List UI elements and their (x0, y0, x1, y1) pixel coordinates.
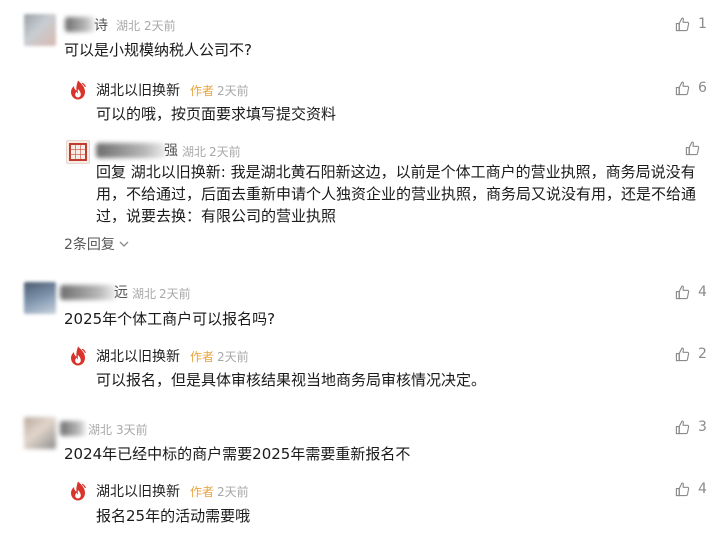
thumbs-up-icon (675, 285, 690, 300)
thumbs-up-icon (675, 482, 690, 497)
user-name-blurred[interactable] (65, 17, 95, 32)
user-name-suffix[interactable]: 远 (114, 282, 128, 302)
like-button[interactable]: 6 (675, 80, 707, 96)
thumbs-up-icon (675, 347, 690, 362)
thumbs-up-icon (675, 17, 690, 32)
like-button[interactable]: 2 (675, 346, 707, 362)
comment-time: 2天前 (144, 19, 176, 33)
user-name-suffix[interactable]: 诗 (94, 15, 108, 35)
reply-text: 报名25年的活动需要哦 (96, 507, 251, 525)
avatar[interactable] (66, 140, 90, 164)
comment-location: 湖北 (116, 19, 141, 33)
thumbs-up-icon (675, 420, 690, 435)
hubei-trade-in-logo-icon (66, 479, 90, 503)
like-count: 2 (698, 346, 707, 362)
author-tag: 作者 (190, 485, 215, 499)
avatar[interactable] (24, 417, 56, 449)
expand-replies-button[interactable]: 2条回复 (64, 234, 129, 254)
like-count: 1 (698, 16, 707, 32)
author-name[interactable]: 湖北以旧换新 (96, 80, 180, 100)
seal-image (69, 143, 87, 161)
chevron-down-icon (119, 241, 129, 247)
comment-text: 2024年已经中标的商户需要2025年需要重新报名不 (64, 445, 411, 463)
comment-text: 2025年个体工商户可以报名吗? (64, 310, 276, 328)
avatar[interactable] (66, 344, 90, 368)
like-button[interactable]: 4 (675, 481, 707, 497)
thumbs-up-icon (685, 141, 700, 156)
user-name-suffix[interactable]: 强 (164, 140, 178, 160)
like-count: 4 (698, 481, 707, 497)
author-tag: 作者 (190, 84, 215, 98)
reply-time: 2天前 (217, 350, 249, 364)
reply-time: 2天前 (217, 84, 249, 98)
user-name-blurred[interactable] (60, 285, 116, 300)
hubei-trade-in-logo-icon (66, 344, 90, 368)
reply-time: 2天前 (217, 485, 249, 499)
like-button[interactable] (685, 141, 700, 156)
comment-time: 3天前 (116, 423, 148, 437)
hubei-trade-in-logo-icon (66, 78, 90, 102)
thumbs-up-icon (675, 81, 690, 96)
author-tag: 作者 (190, 350, 215, 364)
comment-location: 湖北 (88, 423, 113, 437)
like-count: 4 (698, 284, 707, 300)
like-button[interactable]: 1 (675, 16, 707, 32)
user-name-blurred[interactable] (96, 143, 166, 158)
like-button[interactable]: 4 (675, 284, 707, 300)
like-count: 3 (698, 419, 707, 435)
expand-replies-label: 2条回复 (64, 237, 115, 253)
reply-text: 可以报名，但是具体审核结果视当地商务局审核情况决定。 (96, 371, 487, 389)
avatar[interactable] (24, 282, 56, 314)
reply-time: 2天前 (209, 145, 241, 159)
comment-location: 湖北 (132, 287, 157, 301)
comment-text: 可以是小规模纳税人公司不? (64, 41, 252, 59)
author-name[interactable]: 湖北以旧换新 (96, 481, 180, 501)
like-button[interactable]: 3 (675, 419, 707, 435)
avatar[interactable] (24, 14, 56, 46)
comment-time: 2天前 (159, 287, 191, 301)
avatar[interactable] (66, 479, 90, 503)
avatar[interactable] (66, 78, 90, 102)
reply-text: 回复 湖北以旧换新: 我是湖北黄石阳新这边，以前是个体工商户的营业执照，商务局说… (96, 163, 697, 225)
author-name[interactable]: 湖北以旧换新 (96, 346, 180, 366)
reply-location: 湖北 (182, 145, 207, 159)
reply-text: 可以的哦，按页面要求填写提交资料 (96, 105, 337, 123)
like-count: 6 (698, 80, 707, 96)
user-name-blurred[interactable] (60, 421, 86, 436)
